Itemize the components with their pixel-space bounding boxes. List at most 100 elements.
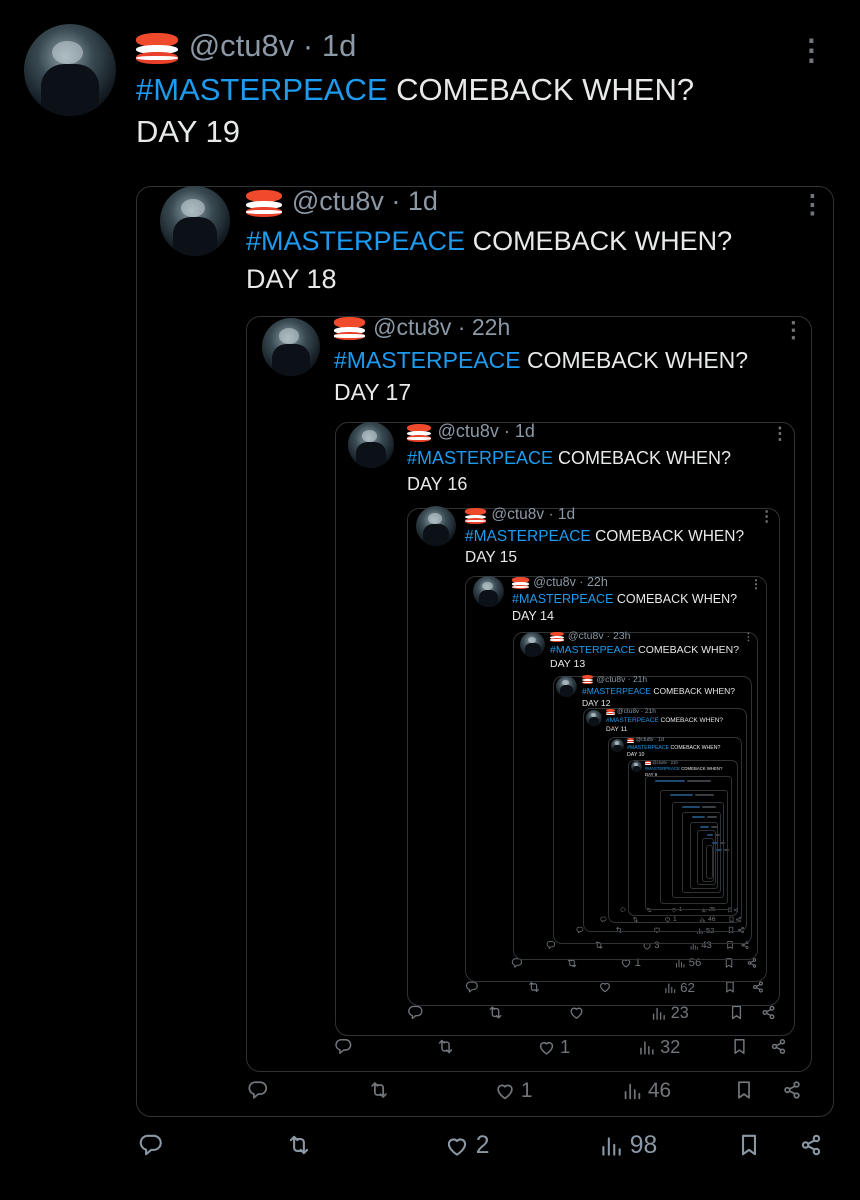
reply-button[interactable] [465, 980, 479, 994]
like-button[interactable]: 1 [537, 1037, 570, 1058]
views-button[interactable]: 23 [650, 1004, 689, 1023]
separator-dot: · [383, 186, 408, 216]
post-time[interactable]: 1d [322, 28, 356, 63]
post-body: COMEBACK WHEN? [465, 226, 733, 256]
author-handle[interactable]: @ctu8v [568, 630, 604, 642]
author-handle[interactable]: @ctu8v [438, 421, 499, 441]
author-handle[interactable]: @ctu8v [617, 708, 639, 715]
retweet-button[interactable] [436, 1037, 455, 1056]
avatar[interactable] [631, 761, 642, 772]
more-dots-icon[interactable]: ⋮ [800, 190, 826, 220]
reply-button[interactable] [546, 940, 556, 950]
avatar[interactable] [556, 676, 577, 697]
more-dots-icon[interactable]: ⋮ [750, 577, 762, 591]
reply-button[interactable] [407, 1004, 424, 1021]
post-time[interactable]: 1d [658, 737, 664, 743]
views-button[interactable]: 98 [598, 1132, 657, 1160]
author-handle[interactable]: @ctu8v [533, 575, 576, 589]
hashtag-link[interactable]: #MASTERPEACE [407, 448, 553, 468]
hashtag-link[interactable]: #MASTERPEACE [334, 347, 521, 373]
share-icon [760, 1004, 777, 1021]
bookmark-button[interactable] [736, 1132, 762, 1158]
more-dots-icon[interactable]: ⋮ [743, 632, 753, 643]
avatar[interactable] [348, 422, 394, 468]
avatar[interactable] [586, 710, 602, 726]
author-handle[interactable]: @ctu8v [596, 674, 625, 684]
bookmark-button[interactable] [723, 980, 737, 994]
hashtag-link[interactable]: #MASTERPEACE [645, 766, 680, 771]
hashtag-link[interactable]: #MASTERPEACE [246, 226, 465, 256]
reply-button[interactable] [138, 1132, 164, 1158]
share-button[interactable] [798, 1132, 824, 1158]
author-handle[interactable]: @ctu8v [292, 186, 384, 216]
retweet-button[interactable] [286, 1132, 312, 1158]
avatar[interactable] [160, 186, 230, 256]
like-button[interactable]: 1 [494, 1079, 532, 1103]
avatar[interactable] [24, 24, 116, 116]
hashtag-link[interactable]: #MASTERPEACE [136, 72, 388, 107]
like-button[interactable] [568, 1004, 585, 1021]
retweet-button[interactable] [527, 980, 541, 994]
post-time[interactable]: 21h [645, 708, 656, 715]
author-handle[interactable]: @ctu8v [636, 737, 654, 743]
reply-button[interactable] [247, 1079, 269, 1101]
author-handle[interactable]: @ctu8v [652, 760, 667, 765]
post-time[interactable]: 1d [558, 506, 575, 523]
share-button[interactable] [760, 1004, 777, 1021]
views-icon [598, 1133, 624, 1159]
post-header: @ctu8v · 21h [617, 708, 656, 715]
avatar[interactable] [416, 506, 456, 546]
retweet-button[interactable] [368, 1079, 390, 1101]
post-header: @ctu8v · 21h [596, 674, 647, 684]
day-counter: DAY 15 [465, 549, 517, 566]
like-button[interactable]: 2 [444, 1132, 489, 1160]
post-time[interactable]: 21h [671, 760, 678, 765]
hashtag-line [692, 816, 705, 818]
hashtag-link[interactable]: #MASTERPEACE [627, 745, 669, 751]
post-time[interactable]: 22h [587, 575, 608, 589]
post-header: @ctu8v · 22h [533, 575, 608, 589]
share-button[interactable] [781, 1079, 803, 1101]
hashtag-link[interactable]: #MASTERPEACE [465, 528, 591, 545]
hashtag-link[interactable]: #MASTERPEACE [512, 592, 613, 606]
avatar[interactable] [611, 739, 624, 752]
post-text: #MASTERPEACE COMEBACK WHEN? [512, 592, 737, 608]
hashtag-link[interactable]: #MASTERPEACE [582, 686, 651, 696]
retweet-button[interactable] [487, 1004, 504, 1021]
reply-button[interactable] [334, 1037, 353, 1056]
avatar[interactable] [262, 318, 320, 376]
more-dots-icon[interactable]: ⋮ [782, 317, 804, 343]
more-dots-icon[interactable]: ⋮ [797, 33, 826, 68]
avatar[interactable] [520, 632, 545, 657]
like-icon [494, 1080, 516, 1102]
hashtag-link[interactable]: #MASTERPEACE [550, 644, 635, 656]
hashtag-line [670, 794, 694, 796]
share-icon [798, 1132, 824, 1158]
reply-button[interactable] [620, 907, 626, 913]
author-handle[interactable]: @ctu8v [373, 314, 451, 340]
share-button[interactable] [751, 980, 765, 994]
post-time[interactable]: 23h [613, 630, 631, 642]
views-button[interactable]: 46 [621, 1079, 671, 1103]
bookmark-button[interactable] [733, 1079, 755, 1101]
hashtag-link[interactable]: #MASTERPEACE [606, 717, 659, 724]
bookmark-button[interactable] [728, 1004, 745, 1021]
more-dots-icon[interactable]: ⋮ [771, 424, 788, 444]
bookmark-button[interactable] [730, 1037, 749, 1056]
post-header: @ctu8v · 1d [292, 186, 438, 217]
post-time[interactable]: 21h [633, 674, 647, 684]
post-text: #MASTERPEACE COMEBACK WHEN? [246, 224, 732, 258]
views-button[interactable]: 32 [637, 1037, 680, 1058]
author-handle[interactable]: @ctu8v [491, 506, 544, 523]
share-button[interactable] [769, 1037, 788, 1056]
views-button[interactable]: 62 [663, 980, 695, 995]
post-time[interactable]: 1d [515, 421, 535, 441]
reply-button[interactable] [600, 916, 607, 923]
post-time[interactable]: 22h [472, 314, 510, 340]
author-handle[interactable]: @ctu8v [189, 28, 295, 63]
more-dots-icon[interactable]: ⋮ [759, 508, 774, 525]
like-button[interactable] [598, 980, 612, 994]
sushi-icon [512, 576, 529, 590]
post-time[interactable]: 1d [408, 186, 438, 216]
avatar[interactable] [473, 576, 504, 607]
